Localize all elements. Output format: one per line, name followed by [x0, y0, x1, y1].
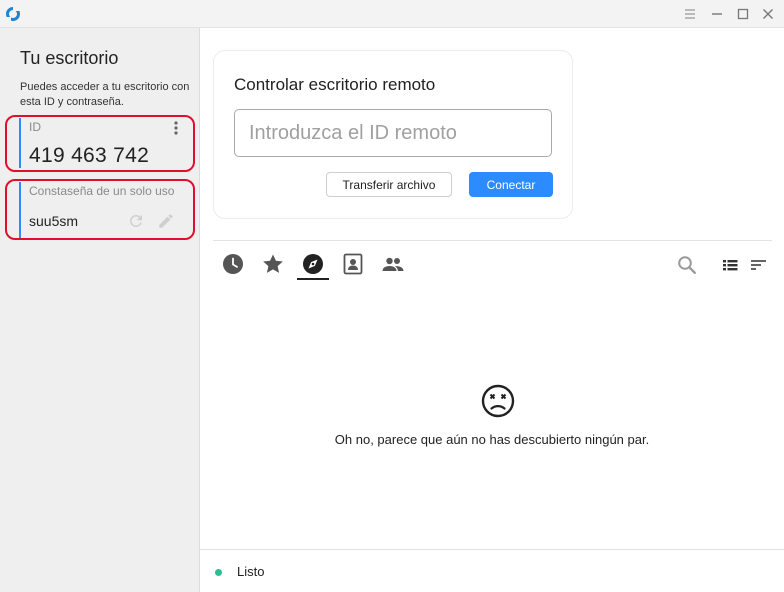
address-book-icon[interactable] [341, 252, 365, 276]
menu-icon[interactable] [682, 6, 698, 22]
sad-face-icon [481, 384, 515, 418]
search-icon[interactable] [677, 255, 697, 275]
active-tab-indicator [297, 278, 329, 280]
discovered-icon[interactable] [301, 252, 325, 276]
app-logo-icon [5, 6, 21, 22]
group-icon[interactable] [381, 252, 405, 276]
connect-title: Controlar escritorio remoto [234, 75, 436, 94]
section-divider [213, 240, 772, 241]
favorites-icon[interactable] [261, 252, 285, 276]
recent-icon[interactable] [221, 252, 245, 276]
id-highlight [5, 115, 195, 172]
password-highlight [5, 179, 195, 240]
close-icon[interactable] [760, 6, 776, 22]
empty-state-message: Oh no, parece que aún no has descubierto… [334, 432, 650, 447]
status-text: Listo [237, 564, 265, 579]
sidebar-description: Puedes acceder a tu escritorio con esta … [20, 81, 190, 108]
title-bar [0, 0, 784, 28]
sidebar-title: Tu escritorio [20, 48, 119, 68]
connect-card: Controlar escritorio remoto Transferir a… [213, 50, 573, 219]
status-indicator [215, 569, 222, 576]
minimize-icon[interactable] [709, 6, 725, 22]
connect-button[interactable]: Conectar [469, 172, 553, 197]
sidebar: Tu escritorio Puedes acceder a tu escrit… [0, 28, 200, 592]
list-view-icon[interactable] [721, 255, 741, 275]
transfer-file-button[interactable]: Transferir archivo [326, 172, 452, 197]
remote-id-input[interactable] [234, 109, 552, 157]
maximize-icon[interactable] [735, 6, 751, 22]
status-bar: Listo [200, 549, 784, 592]
sort-icon[interactable] [749, 255, 769, 275]
